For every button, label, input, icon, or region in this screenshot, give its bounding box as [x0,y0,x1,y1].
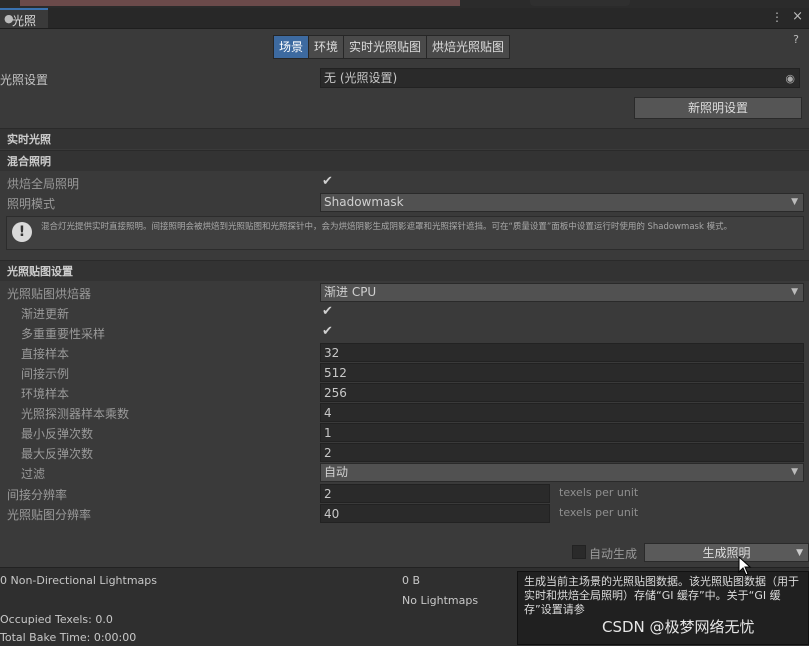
dropdown-arrow-icon: ▼ [791,467,798,477]
tab-scene[interactable]: 场景 [273,35,310,59]
baked-gi-checkbox[interactable]: ✔ [322,174,333,189]
lightmapper-value: 渐进 CPU [324,285,377,299]
tab-realtime-lightmaps[interactable]: 实时光照贴图 [344,35,428,59]
help-icon[interactable]: ? [793,33,799,46]
lighting-mode-label: 照明模式 [7,197,56,211]
scene-preview-fragment [20,0,460,6]
progressive-updates-checkbox[interactable]: ✔ [322,304,333,319]
probe-multiplier-label: 光照探测器样本乘数 [21,407,130,421]
dropdown-arrow-icon[interactable]: ▼ [796,544,803,562]
indirect-resolution-field[interactable]: 2 [320,484,550,503]
baked-gi-label: 烘焙全局照明 [7,177,80,191]
tooltip-text: 生成当前主场景的光照贴图数据。该光照贴图数据（用于实时和烘焙全局照明）存储“GI… [524,575,799,616]
lighting-settings-value: 无 (光照设置) [324,71,398,85]
indirect-samples-field[interactable]: 512 [320,363,804,382]
generate-lighting-button[interactable]: 生成照明 ▼ [644,543,809,562]
probe-multiplier-field[interactable]: 4 [320,403,804,422]
lightmap-resolution-label: 光照贴图分辨率 [7,508,92,522]
object-picker-icon[interactable]: ◉ [785,70,795,88]
section-mixed-title: 混合照明 [7,155,51,168]
window-title: 光照 [12,14,37,28]
filter-label: 过滤 [21,467,46,481]
menu-icon[interactable]: ⋮ [771,10,783,24]
indirect-samples-label: 间接示例 [21,367,70,381]
dropdown-arrow-icon: ▼ [791,287,798,297]
helpbox-text: 混合灯光提供实时直接照明。间接照明会被烘焙到光照贴图和光照探针中，会为烘焙阴影生… [41,222,733,232]
filter-dropdown[interactable]: 自动 ▼ [320,463,804,482]
scene-view-strip [0,0,809,8]
max-bounces-label: 最大反弹次数 [21,447,94,461]
tab-baked-lightmaps[interactable]: 烘焙光照贴图 [427,35,511,59]
lightmapper-label: 光照贴图烘焙器 [7,287,92,301]
lighting-window-tab[interactable]: ● 光照 [0,8,48,28]
section-realtime-lighting[interactable]: 实时光照 [0,128,809,149]
max-bounces-field[interactable]: 2 [320,443,804,462]
min-bounces-field[interactable]: 1 [320,423,804,442]
info-icon: ! [12,222,32,242]
lighting-settings-label: 光照设置 [0,73,49,87]
lightmap-resolution-unit: texels per unit [559,506,639,519]
tab-environment[interactable]: 环境 [309,35,345,59]
total-bake-time: Total Bake Time: 0:00:00 [0,631,137,644]
watermark: CSDN @极梦网络无忧 [602,618,755,636]
mis-label: 多重重要性采样 [21,327,106,341]
section-lightmapping-settings[interactable]: 光照贴图设置 [0,260,809,281]
lighting-tabs: 场景 环境 实时光照贴图 烘焙光照贴图 [273,35,511,59]
new-lighting-settings-button[interactable]: 新照明设置 [634,97,802,119]
env-samples-field[interactable]: 256 [320,383,804,402]
auto-generate-checkbox[interactable] [572,545,586,559]
lightmapper-dropdown[interactable]: 渐进 CPU ▼ [320,283,804,302]
lightmaps-summary: 0 Non-Directional Lightmaps [0,574,158,587]
auto-generate-label: 自动生成 [589,547,638,561]
dropdown-arrow-icon: ▼ [791,197,798,207]
lighting-mode-dropdown[interactable]: Shadowmask ▼ [320,193,804,212]
env-samples-label: 环境样本 [21,387,70,401]
clipped-row [0,525,809,531]
editor-tab-fragment [530,0,630,6]
lightmap-resolution-field[interactable]: 40 [320,504,550,523]
lightmaps-size: 0 B [402,574,421,587]
direct-samples-label: 直接样本 [21,347,70,361]
occupied-texels: Occupied Texels: 0.0 [0,613,113,626]
section-realtime-title: 实时光照 [7,133,51,146]
mis-checkbox[interactable]: ✔ [322,324,333,339]
min-bounces-label: 最小反弹次数 [21,427,94,441]
mixed-lighting-helpbox: ! 混合灯光提供实时直接照明。间接照明会被烘焙到光照贴图和光照探针中，会为烘焙阴… [6,216,804,250]
section-mixed-lighting[interactable]: 混合照明 [0,150,809,171]
lighting-mode-value: Shadowmask [324,195,404,209]
section-lightmapping-title: 光照贴图设置 [7,265,73,278]
close-icon[interactable]: × [792,9,803,24]
indirect-resolution-label: 间接分辨率 [7,488,68,502]
progressive-updates-label: 渐进更新 [21,307,70,321]
indirect-resolution-unit: texels per unit [559,486,639,499]
window-titlebar: ● 光照 ⋮ × [0,8,809,29]
no-lightmaps-text: No Lightmaps [402,594,479,607]
direct-samples-field[interactable]: 32 [320,343,804,362]
filter-value: 自动 [324,465,349,479]
lighting-settings-field[interactable]: 无 (光照设置) ◉ [320,68,800,88]
mouse-cursor-icon [738,556,752,576]
